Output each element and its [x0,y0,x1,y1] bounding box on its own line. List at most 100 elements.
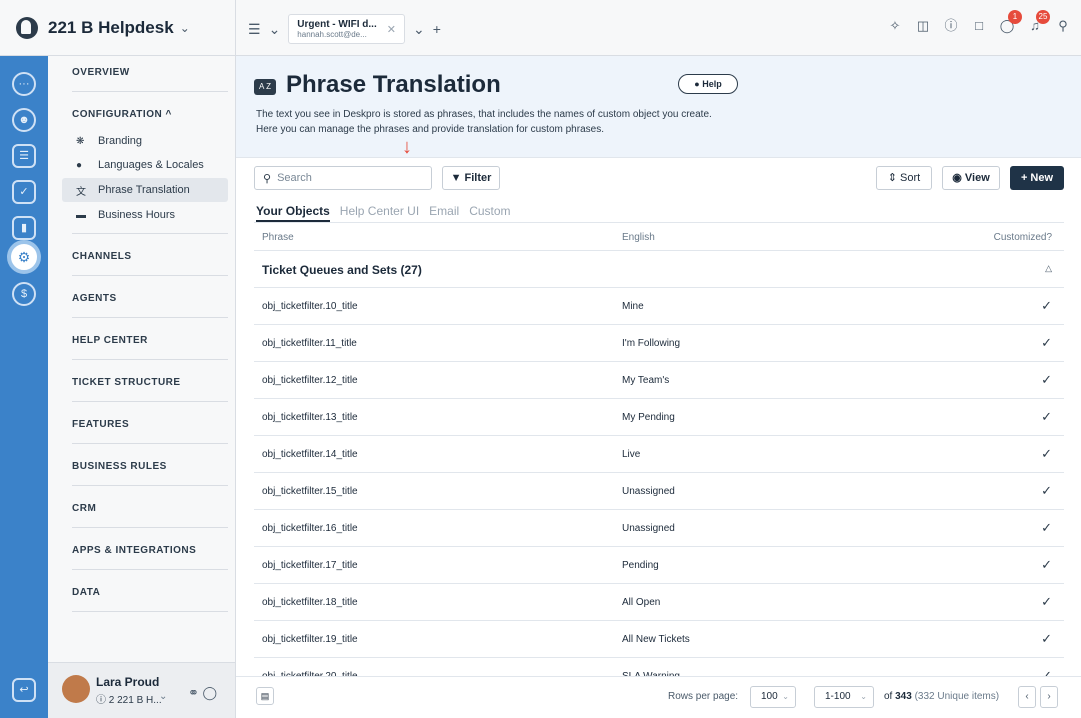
bookmark-icon[interactable]: □ [971,18,987,34]
table-row[interactable]: obj_ticketfilter.13_title My Pending ✓ [254,399,1064,436]
help-button[interactable]: ● Help [678,74,738,94]
collapse-icon[interactable]: △ [1045,263,1052,274]
nav-divider [72,317,228,318]
bell-icon[interactable]: ♫ 25 [1027,10,1050,34]
total-value: 343 [895,691,912,702]
table-row[interactable]: obj_ticketfilter.10_title Mine ✓ [254,288,1064,325]
ticket-tab-subtitle: hannah.scott@de... [297,29,367,39]
sort-button[interactable]: ⇕ Sort [876,166,932,190]
nav-section-channels[interactable]: CHANNELS [72,251,132,262]
english-cell: My Pending [622,412,675,423]
user-name: Lara Proud [96,675,160,689]
phrase-cell: obj_ticketfilter.18_title [262,597,358,608]
phrase-cell: obj_ticketfilter.14_title [262,449,358,460]
chevron-down-icon[interactable]: ⌄ [159,691,167,702]
avatar[interactable] [62,675,90,703]
add-tab-icon[interactable]: + [433,21,441,37]
tab-your-objects[interactable]: Your Objects [256,204,330,222]
sidebar-item-business-hours[interactable]: ▬ Business Hours [62,203,228,227]
chat-icon[interactable]: ◯ 1 [999,10,1022,34]
view-button[interactable]: ◉ View [942,166,1000,190]
description-line-2: Here you can manage the phrases and prov… [256,124,604,135]
tab-custom[interactable]: Custom [469,204,510,222]
range-select[interactable]: 1-100 ⌄ [814,686,874,708]
search-icon[interactable]: ⚲ [1055,18,1071,34]
column-header-english[interactable]: English [622,232,655,243]
tab-list-icon[interactable]: ☰ [248,21,261,38]
description-line-1: The text you see in Deskpro is stored as… [256,109,712,120]
phrase-cell: obj_ticketfilter.17_title [262,560,358,571]
filter-button[interactable]: ▼ Filter [442,166,500,190]
nav-section-help-center[interactable]: HELP CENTER [72,335,148,346]
tab-help-center-ui[interactable]: Help Center UI [340,204,419,222]
reports-icon[interactable]: ▮ [12,216,36,240]
search-input[interactable] [277,172,418,184]
translate-icon: 文 [76,186,86,198]
checkmark-icon: ✓ [1041,557,1052,572]
status-icons[interactable]: ⚭ ◯ [188,685,217,701]
sidebar-item-branding[interactable]: ❋ Branding [62,129,228,153]
tab-dropdown-icon[interactable]: ⌄ [269,21,281,38]
table-row[interactable]: obj_ticketfilter.17_title Pending ✓ [254,547,1064,584]
nav-section-ticket-structure[interactable]: TICKET STRUCTURE [72,377,181,388]
nav-section-features[interactable]: FEATURES [72,419,129,430]
checkmark-icon: ✓ [1041,520,1052,535]
group-header[interactable]: Ticket Queues and Sets (27) △ [254,252,1064,288]
document-icon[interactable]: ◫ [915,18,931,34]
chevron-down-icon[interactable]: ⌄ [413,21,425,38]
sidebar-item-languages[interactable]: ● Languages & Locales [62,153,228,177]
sidebar-item-phrase-translation[interactable]: 文 Phrase Translation [62,178,228,202]
globe-icon: ● [76,159,83,171]
next-page-button[interactable]: › [1040,686,1058,708]
rows-per-page-select[interactable]: 100 ⌄ [750,686,796,708]
nav-section-crm[interactable]: CRM [72,503,96,514]
checkmark-icon: ✓ [1041,409,1052,424]
ticket-tab[interactable]: Urgent - WIFI d... hannah.scott@de... ✕ [288,14,405,44]
column-header-phrase[interactable]: Phrase [262,232,294,243]
admin-gear-icon[interactable]: ⚙ [7,240,41,274]
nav-section-overview[interactable]: OVERVIEW [72,67,130,78]
nav-section-business-rules[interactable]: BUSINESS RULES [72,461,167,472]
nav-section-apps[interactable]: APPS & INTEGRATIONS [72,545,196,556]
sparkle-icon[interactable]: ✧ [887,18,903,34]
checkmark-icon: ✓ [1041,372,1052,387]
page-description: The text you see in Deskpro is stored as… [256,107,712,137]
ticket-icon[interactable]: ☰ [12,144,36,168]
phrase-cell: obj_ticketfilter.12_title [262,375,358,386]
new-button[interactable]: + New [1010,166,1064,190]
table-row[interactable]: obj_ticketfilter.12_title My Team's ✓ [254,362,1064,399]
nav-section-configuration[interactable]: CONFIGURATION ^ [72,109,172,120]
range-value: 1-100 [825,691,851,702]
billing-icon[interactable]: $ [12,282,36,306]
table-row[interactable]: obj_ticketfilter.18_title All Open ✓ [254,584,1064,621]
nav-section-data[interactable]: DATA [72,587,100,598]
task-icon[interactable]: ✓ [12,180,36,204]
nav-section-agents[interactable]: AGENTS [72,293,117,304]
helpdesk-switcher[interactable]: 221 B Helpdesk ⌄ [0,0,236,56]
chat-icon[interactable]: ··· [12,72,36,96]
table-row[interactable]: obj_ticketfilter.11_title I'm Following ✓ [254,325,1064,362]
logout-icon[interactable]: ↩ [12,678,36,702]
sidebar-item-label: Branding [98,135,143,147]
helpdesk-name: 221 B Helpdesk [48,18,174,37]
column-header-customized[interactable]: Customized? [994,232,1052,243]
tab-email[interactable]: Email [429,204,459,222]
table-row[interactable]: obj_ticketfilter.19_title All New Tickets… [254,621,1064,658]
english-cell: Live [622,449,641,460]
table-row[interactable]: obj_ticketfilter.15_title Unassigned ✓ [254,473,1064,510]
nav-divider [72,443,228,444]
close-icon[interactable]: ✕ [387,23,396,36]
search-box[interactable]: ⚲ [254,166,432,190]
phrase-cell: obj_ticketfilter.10_title [262,301,358,312]
top-right-icons: ✧ ◫ ⓘ □ ◯ 1 ♫ 25 ⚲ [887,10,1071,34]
help-icon[interactable]: ⓘ [943,18,959,34]
phrase-cell: obj_ticketfilter.13_title [262,412,358,423]
export-icon[interactable]: ▤ [256,687,274,705]
user-profile-bar[interactable]: Lara Proud ⓘ 2 221 B H... ⌄ ⚭ ◯ [48,662,236,718]
sidebar-item-label: Phrase Translation [98,184,190,196]
prev-page-button[interactable]: ‹ [1018,686,1036,708]
user-icon[interactable]: ☻ [12,108,36,132]
english-cell: Unassigned [622,486,675,497]
table-row[interactable]: obj_ticketfilter.14_title Live ✓ [254,436,1064,473]
table-row[interactable]: obj_ticketfilter.16_title Unassigned ✓ [254,510,1064,547]
